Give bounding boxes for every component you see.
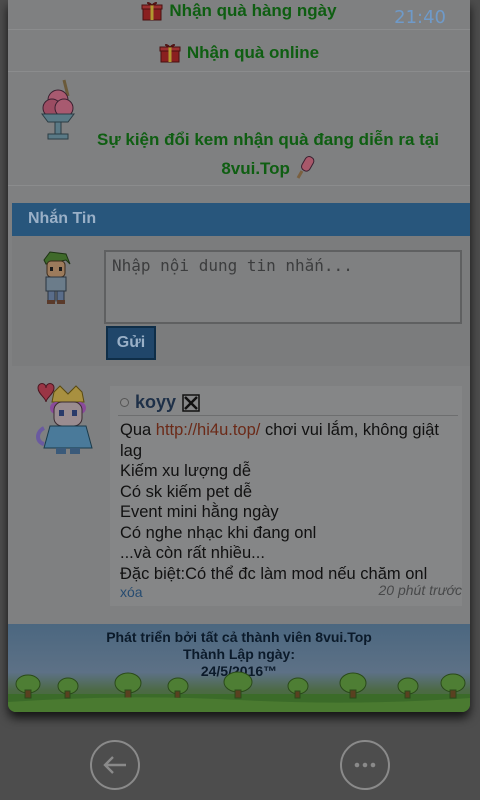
send-button[interactable]: Gửi <box>106 326 156 360</box>
message-post: koyy Qua http://hi4u.top/ chơi vui lắm, … <box>12 366 470 624</box>
post-line: Kiếm xu lượng dễ <box>120 462 252 480</box>
post-card: koyy Qua http://hi4u.top/ chơi vui lắm, … <box>110 386 462 606</box>
site-footer: Phát triển bởi tất cả thành viên 8vui.To… <box>8 624 470 712</box>
message-input[interactable] <box>104 250 462 324</box>
poster-name-row: koyy <box>120 392 200 413</box>
gift-icon <box>159 43 181 62</box>
messaging-header: Nhắn Tin <box>12 203 470 236</box>
compose-area: Gửi <box>12 236 470 366</box>
back-button[interactable] <box>90 740 140 790</box>
grass-landscape-illustration <box>8 671 470 712</box>
delete-post-link[interactable]: xóa <box>120 584 143 600</box>
popsicle-icon <box>296 156 315 179</box>
poster-avatar <box>36 383 93 454</box>
poster-username[interactable]: koyy <box>135 392 176 413</box>
daily-gift-label: Nhận quà hàng ngày <box>169 0 337 20</box>
user-avatar <box>43 251 71 304</box>
event-line-2: 8vui.Top <box>221 159 290 178</box>
post-timestamp: 20 phút trước <box>378 582 463 598</box>
footer-line-1: Phát triển bởi tất cả thành viên 8vui.To… <box>106 629 372 645</box>
event-text: Sự kiện đổi kem nhận quà đang diễn ra tạ… <box>68 126 468 183</box>
online-gift-link[interactable]: Nhận quà online <box>8 34 470 72</box>
post-line: Có nghe nhạc khi đang onl <box>120 523 317 542</box>
divider <box>118 415 458 416</box>
arrow-left-icon <box>103 756 126 774</box>
page-content: Nhận quà hàng ngày 21:40 Nhận quà online… <box>8 0 470 712</box>
footer-line-2: Thành Lập ngày: <box>183 646 295 662</box>
post-body: Qua http://hi4u.top/ chơi vui lắm, không… <box>120 420 460 584</box>
gift-icon <box>141 1 163 20</box>
online-gift-label: Nhận quà online <box>186 42 320 62</box>
ice-cream-event-banner[interactable]: Sự kiện đổi kem nhận quà đang diễn ra tạ… <box>8 76 470 186</box>
close-x-icon <box>182 393 200 412</box>
post-line: Event mini hằng ngày <box>120 503 279 521</box>
event-line-1: Sự kiện đổi kem nhận quà đang diễn ra tạ… <box>97 130 439 149</box>
more-options-button[interactable] <box>340 740 390 790</box>
post-text-prefix: Qua <box>120 421 156 439</box>
post-line: Có sk kiếm pet dễ <box>120 482 253 501</box>
post-line: Đặc biệt:Có thể đc làm mod nếu chăm onl <box>120 564 428 583</box>
post-link[interactable]: http://hi4u.top/ <box>156 421 261 439</box>
post-line: ...và còn rất nhiều... <box>120 544 265 562</box>
status-clock: 21:40 <box>394 7 446 28</box>
more-dots-icon <box>354 762 376 768</box>
offline-status-icon <box>120 398 129 407</box>
